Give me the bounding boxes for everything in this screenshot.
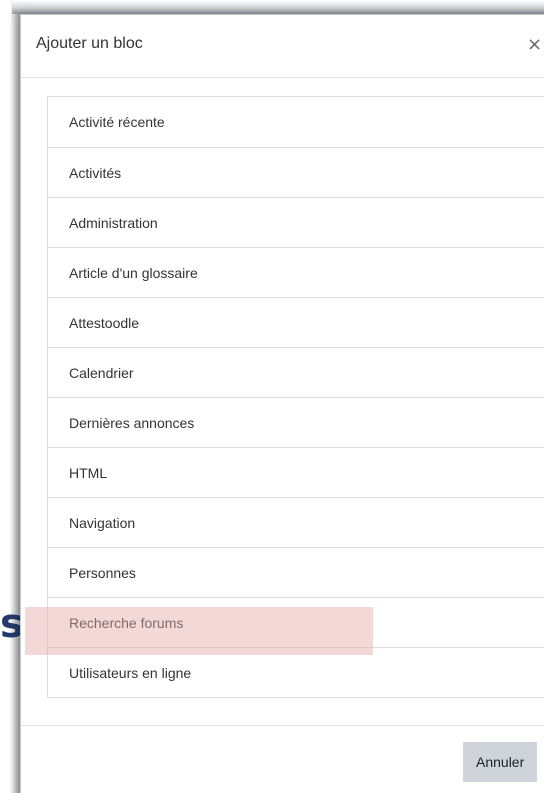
- dialog-title: Ajouter un bloc: [36, 35, 143, 52]
- backdrop-shadow-top: [12, 0, 544, 14]
- close-icon[interactable]: ×: [527, 33, 544, 57]
- dialog-footer: Annuler: [21, 725, 544, 793]
- cancel-button[interactable]: Annuler: [463, 742, 538, 782]
- block-item-personnes[interactable]: Personnes: [48, 547, 544, 597]
- block-item-dernieres-annonces[interactable]: Dernières annonces: [48, 397, 544, 447]
- block-item-html[interactable]: HTML: [48, 447, 544, 497]
- screen: s Ajouter un bloc × Activité récente Act…: [0, 0, 544, 793]
- block-item-navigation[interactable]: Navigation: [48, 497, 544, 547]
- block-item-attestoodle[interactable]: Attestoodle: [48, 297, 544, 347]
- dialog-header: Ajouter un bloc ×: [21, 15, 544, 78]
- block-item-activite-recente[interactable]: Activité récente: [48, 97, 544, 147]
- add-block-dialog: Ajouter un bloc × Activité récente Activ…: [20, 14, 544, 793]
- block-item-utilisateurs-en-ligne[interactable]: Utilisateurs en ligne: [48, 647, 544, 697]
- block-item-article-glossaire[interactable]: Article d'un glossaire: [48, 247, 544, 297]
- block-list: Activité récente Activités Administratio…: [47, 96, 544, 698]
- block-item-calendrier[interactable]: Calendrier: [48, 347, 544, 397]
- block-item-activites[interactable]: Activités: [48, 147, 544, 197]
- block-item-administration[interactable]: Administration: [48, 197, 544, 247]
- block-item-recherche-forums[interactable]: Recherche forums: [48, 597, 544, 647]
